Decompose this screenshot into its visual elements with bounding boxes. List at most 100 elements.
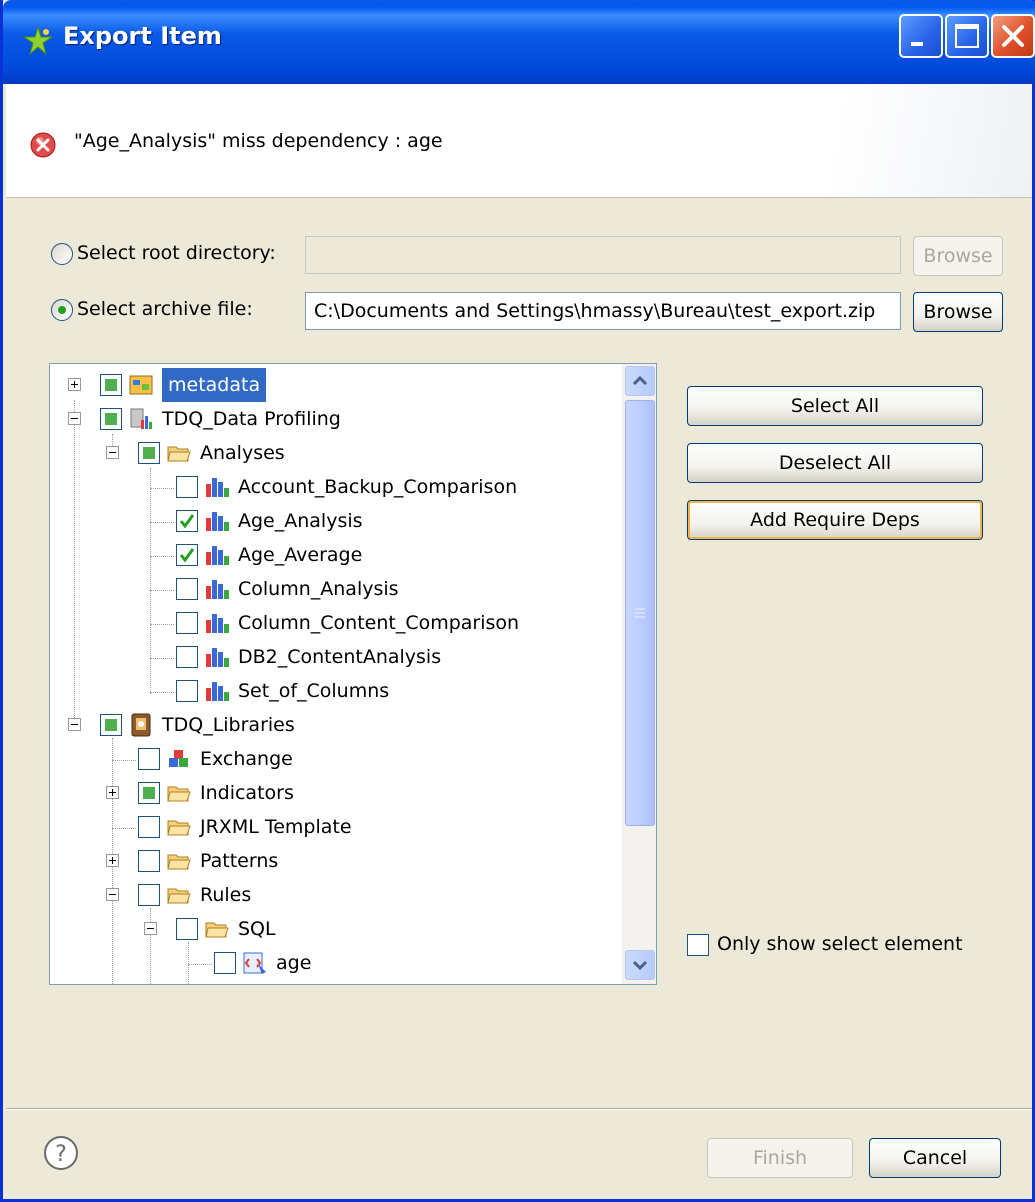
tree-node-exchange[interactable]: Exchange bbox=[50, 742, 610, 776]
node-checkbox[interactable] bbox=[176, 680, 198, 702]
select-root-directory-option[interactable]: Select root directory: bbox=[51, 242, 276, 265]
folder-icon bbox=[167, 446, 191, 462]
analysis-chart-icon bbox=[206, 682, 229, 701]
node-checkbox[interactable] bbox=[176, 476, 198, 498]
node-checkbox[interactable] bbox=[138, 442, 160, 464]
browse-archive-button[interactable]: Browse bbox=[913, 292, 1003, 332]
analysis-chart-icon bbox=[206, 614, 229, 633]
node-checkbox[interactable] bbox=[100, 408, 122, 430]
only-show-checkbox-box[interactable] bbox=[687, 934, 709, 956]
node-label: Column_Content_Comparison bbox=[238, 612, 520, 634]
maximize-button[interactable] bbox=[945, 14, 989, 58]
tree-node-set-of-columns[interactable]: Set_of_Columns bbox=[50, 674, 610, 708]
error-message: "Age_Analysis" miss dependency : age bbox=[74, 130, 443, 152]
collapse-toggle[interactable] bbox=[144, 922, 157, 935]
tree-node-age[interactable]: age bbox=[50, 946, 610, 980]
node-checkbox[interactable] bbox=[176, 918, 198, 940]
cancel-button[interactable]: Cancel bbox=[869, 1138, 1001, 1178]
node-label: Account_Backup_Comparison bbox=[238, 476, 518, 498]
tree-node-patterns[interactable]: Patterns bbox=[50, 844, 610, 878]
node-label: Patterns bbox=[200, 850, 279, 872]
minimize-icon bbox=[911, 42, 923, 46]
node-checkbox[interactable] bbox=[100, 374, 122, 396]
tree-node-age-average[interactable]: Age_Average bbox=[50, 538, 610, 572]
tree-vertical-scrollbar[interactable] bbox=[622, 364, 656, 984]
node-checkbox[interactable] bbox=[176, 646, 198, 668]
node-checkbox[interactable] bbox=[176, 612, 198, 634]
tree-node-account-backup-comparison[interactable]: Account_Backup_Comparison bbox=[50, 470, 610, 504]
tree-node-db2-contentanalysis[interactable]: DB2_ContentAnalysis bbox=[50, 640, 610, 674]
add-require-deps-button[interactable]: Add Require Deps bbox=[687, 500, 983, 540]
libraries-icon bbox=[131, 713, 151, 737]
collapse-toggle[interactable] bbox=[68, 412, 81, 425]
archive-file-radio[interactable] bbox=[51, 298, 73, 321]
tree-node-sql[interactable]: SQL bbox=[50, 912, 610, 946]
node-label: TDQ_Libraries bbox=[162, 714, 295, 736]
collapse-toggle[interactable] bbox=[106, 446, 119, 459]
tree-node-rules[interactable]: Rules bbox=[50, 878, 610, 912]
data-profiling-icon bbox=[130, 408, 152, 429]
folder-icon bbox=[167, 854, 191, 870]
scroll-up-button[interactable] bbox=[625, 366, 655, 396]
maximize-icon bbox=[955, 24, 979, 48]
tree-node-metadata[interactable]: metadata bbox=[50, 368, 610, 402]
tree-node-age-analysis[interactable]: Age_Analysis bbox=[50, 504, 610, 538]
select-archive-file-option[interactable]: Select archive file: bbox=[51, 298, 253, 321]
node-checkbox[interactable] bbox=[138, 850, 160, 872]
browse-root-button[interactable]: Browse bbox=[913, 236, 1003, 276]
analysis-chart-icon bbox=[206, 512, 229, 531]
tree-node-indicators[interactable]: Indicators bbox=[50, 776, 610, 810]
node-label: metadata bbox=[162, 368, 267, 402]
node-checkbox[interactable] bbox=[138, 816, 160, 838]
finish-button[interactable]: Finish bbox=[707, 1138, 853, 1178]
root-directory-radio[interactable] bbox=[51, 242, 73, 265]
tree-node-column-analysis[interactable]: Column_Analysis bbox=[50, 572, 610, 606]
deselect-all-button[interactable]: Deselect All bbox=[687, 443, 983, 483]
scroll-thumb[interactable] bbox=[625, 400, 655, 826]
folder-icon bbox=[167, 786, 191, 802]
tree-node-analyses[interactable]: Analyses bbox=[50, 436, 610, 470]
tree-node-jrxml-template[interactable]: JRXML Template bbox=[50, 810, 610, 844]
error-icon bbox=[30, 132, 56, 158]
title-bar: Export Item bbox=[3, 0, 1035, 84]
collapse-toggle[interactable] bbox=[106, 888, 119, 901]
svg-text:?: ? bbox=[55, 1142, 67, 1167]
node-label: Column_Analysis bbox=[238, 578, 399, 600]
expand-toggle[interactable] bbox=[106, 854, 119, 867]
checkmark-icon bbox=[179, 548, 195, 563]
archive-file-input[interactable]: C:\Documents and Settings\hmassy\Bureau\… bbox=[305, 292, 901, 330]
node-checkbox[interactable] bbox=[176, 578, 198, 600]
node-label: Indicators bbox=[200, 782, 294, 804]
expand-toggle[interactable] bbox=[68, 378, 81, 391]
folder-icon bbox=[167, 820, 191, 836]
node-checkbox[interactable] bbox=[138, 884, 160, 906]
node-label: Age_Analysis bbox=[238, 510, 363, 532]
footer-separator bbox=[6, 1108, 1032, 1110]
node-label: TDQ_Data Profiling bbox=[162, 408, 341, 430]
checkmark-icon bbox=[179, 514, 195, 529]
sql-rule-icon bbox=[243, 952, 266, 974]
minimize-button[interactable] bbox=[899, 14, 943, 58]
export-items-tree[interactable]: metadata TDQ_Data Profiling Analyses Acc… bbox=[49, 363, 657, 985]
tree-node-tdq-data-profiling[interactable]: TDQ_Data Profiling bbox=[50, 402, 610, 436]
collapse-toggle[interactable] bbox=[68, 718, 81, 731]
node-checkbox[interactable] bbox=[176, 510, 198, 532]
analysis-chart-icon bbox=[206, 580, 229, 599]
node-checkbox[interactable] bbox=[176, 544, 198, 566]
tree-node-tdq-libraries[interactable]: TDQ_Libraries bbox=[50, 708, 610, 742]
node-checkbox[interactable] bbox=[214, 952, 236, 974]
tree-node-column-content-comparison[interactable]: Column_Content_Comparison bbox=[50, 606, 610, 640]
root-directory-input[interactable] bbox=[305, 236, 901, 274]
grip-icon bbox=[635, 608, 645, 618]
node-checkbox[interactable] bbox=[138, 782, 160, 804]
close-button[interactable] bbox=[991, 14, 1035, 58]
node-checkbox[interactable] bbox=[100, 714, 122, 736]
scroll-down-button[interactable] bbox=[625, 950, 655, 980]
export-item-dialog: Export Item "Age_Analysis" miss dependen… bbox=[0, 0, 1035, 1202]
node-checkbox[interactable] bbox=[138, 748, 160, 770]
expand-toggle[interactable] bbox=[106, 786, 119, 799]
select-all-button[interactable]: Select All bbox=[687, 386, 983, 426]
chevron-up-icon bbox=[632, 375, 648, 386]
help-icon[interactable]: ? bbox=[43, 1135, 79, 1171]
node-label: Age_Average bbox=[238, 544, 363, 566]
